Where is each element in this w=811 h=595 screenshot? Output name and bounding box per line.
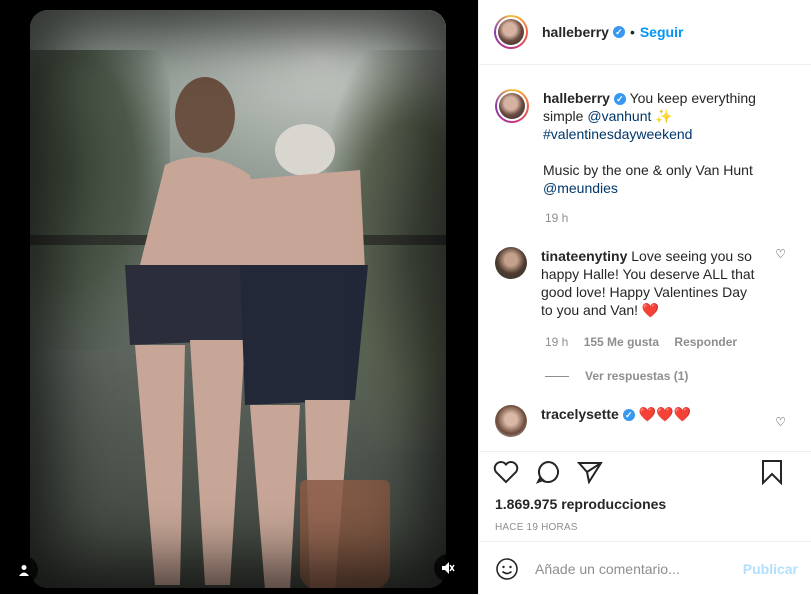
speaker-muted-icon <box>442 562 455 574</box>
comment-icon[interactable] <box>535 460 561 484</box>
tagged-user-button[interactable] <box>10 556 38 584</box>
comment-text: tinateenytiny Love seeing you so happy H… <box>541 247 761 319</box>
bookmark-icon[interactable] <box>760 459 784 485</box>
caption-row: halleberry ✓ You keep everything simple @… <box>479 89 811 197</box>
commenter-avatar[interactable] <box>495 247 527 279</box>
comment-meta: 19 h 155 Me gusta Responder <box>545 335 811 349</box>
caption-text: halleberry ✓ You keep everything simple @… <box>543 89 763 197</box>
caption-username[interactable]: halleberry <box>543 90 610 106</box>
post-sidebar: halleberry ✓ • Seguir halleberry ✓ You ke… <box>478 0 811 594</box>
author-username[interactable]: halleberry <box>542 24 609 40</box>
sparkle-emoji: ✨ <box>655 108 673 124</box>
mention-vanhunt[interactable]: @vanhunt <box>587 108 651 124</box>
commenter-avatar[interactable] <box>495 405 527 437</box>
view-replies-label: Ver respuestas (1) <box>585 369 689 383</box>
caption-avatar[interactable] <box>495 89 529 123</box>
like-comment-heart-icon[interactable]: ♡ <box>775 247 786 261</box>
views-label: reproducciones <box>561 496 667 512</box>
action-icons <box>479 452 811 492</box>
comment-text: tracelysette ✓ ❤️❤️❤️ <box>541 405 761 437</box>
post-timestamp: HACE 19 HORAS <box>495 522 578 533</box>
add-comment-bar: Añade un comentario... Publicar <box>479 541 811 595</box>
video-vignette <box>30 10 446 588</box>
share-icon[interactable] <box>577 460 603 484</box>
caption-text-2: Music by the one & only Van Hunt <box>543 162 753 178</box>
comment-input[interactable]: Añade un comentario... <box>535 561 743 577</box>
separator-dot: • <box>629 24 635 40</box>
heart-icon[interactable] <box>493 460 519 484</box>
mention-meundies[interactable]: @meundies <box>543 180 618 196</box>
like-comment-heart-icon[interactable]: ♡ <box>775 415 786 429</box>
comment-row: tracelysette ✓ ❤️❤️❤️ ♡ <box>479 405 811 437</box>
verified-icon: ✓ <box>613 93 626 105</box>
view-count[interactable]: 1.869.975 reproducciones <box>495 496 811 512</box>
replies-divider <box>545 375 569 377</box>
comment-body: ❤️❤️❤️ <box>638 406 692 422</box>
post-header: halleberry ✓ • Seguir <box>479 0 811 65</box>
video-frame[interactable] <box>30 10 446 588</box>
comments-list[interactable]: halleberry ✓ You keep everything simple @… <box>479 65 811 451</box>
user-icon <box>19 565 29 576</box>
post-actions: 1.869.975 reproducciones HACE 19 HORAS <box>479 451 811 533</box>
author-avatar[interactable] <box>494 15 528 49</box>
commenter-username[interactable]: tracelysette <box>541 406 619 422</box>
mute-button[interactable] <box>434 554 462 582</box>
comment-time: 19 h <box>545 335 569 349</box>
view-replies-button[interactable]: Ver respuestas (1) <box>545 369 811 383</box>
verified-icon: ✓ <box>622 409 635 421</box>
publish-button[interactable]: Publicar <box>743 561 798 577</box>
reply-button[interactable]: Responder <box>674 335 737 349</box>
emoji-icon[interactable] <box>495 557 519 581</box>
comment-likes[interactable]: 155 Me gusta <box>584 335 659 349</box>
hashtag-link[interactable]: #valentinesdayweekend <box>543 126 692 142</box>
commenter-username[interactable]: tinateenytiny <box>541 248 627 264</box>
caption-time: 19 h <box>545 211 569 225</box>
follow-button[interactable]: Seguir <box>640 24 684 40</box>
comment-row: tinateenytiny Love seeing you so happy H… <box>479 247 811 319</box>
verified-icon: ✓ <box>612 26 625 38</box>
views-number: 1.869.975 <box>495 496 558 512</box>
post-media[interactable] <box>0 0 478 594</box>
